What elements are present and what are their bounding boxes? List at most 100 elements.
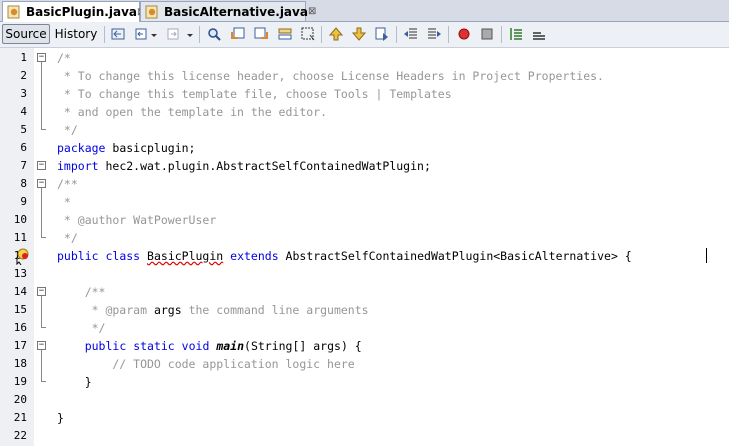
- find-icon[interactable]: [206, 26, 222, 42]
- toolbar-separator: [501, 26, 502, 43]
- fold-guide-end: [41, 237, 46, 238]
- toggle-bookmark-icon[interactable]: [374, 26, 390, 42]
- fold-guide-end: [41, 129, 46, 130]
- back-icon[interactable]: [134, 26, 150, 42]
- code-token: /**: [57, 177, 78, 191]
- code-token: }: [57, 375, 92, 389]
- line-number: 22: [13, 429, 27, 442]
- code-line: /**: [57, 175, 78, 193]
- code-token: public: [84, 339, 127, 353]
- code-line: */: [57, 229, 78, 247]
- code-token: import: [57, 159, 99, 173]
- error-bulb-icon[interactable]: [15, 247, 31, 269]
- tab-label: BasicAlternative.java: [164, 4, 308, 19]
- line-number: 11: [13, 231, 27, 244]
- shift-left-icon[interactable]: [403, 26, 419, 42]
- fold-toggle-icon[interactable]: −: [37, 287, 46, 296]
- code-token: * To change this license header, choose …: [57, 69, 604, 83]
- fold-toggle-icon[interactable]: −: [37, 179, 46, 188]
- code-token: extends: [230, 249, 279, 263]
- toggle-highlight-icon[interactable]: [277, 26, 293, 42]
- code-token: */: [57, 321, 106, 335]
- code-token: main: [216, 339, 245, 353]
- toolbar-separator: [199, 26, 200, 43]
- toolbar-separator: [396, 26, 397, 43]
- code-token: class: [105, 249, 141, 263]
- line-number: 14: [13, 285, 27, 298]
- code-token: }: [57, 411, 64, 425]
- line-number: 16: [13, 321, 27, 334]
- start-macro-icon[interactable]: [456, 26, 472, 42]
- fold-guide-end: [41, 381, 46, 382]
- forward-icon[interactable]: [166, 26, 182, 42]
- editor-tab-bar: BasicPlugin.java ⊠ BasicAlternative.java…: [0, 0, 729, 22]
- shift-right-icon[interactable]: [426, 26, 442, 42]
- uncomment-icon[interactable]: [531, 26, 547, 42]
- code-token: /**: [57, 285, 106, 299]
- code-token: BasicPlugin: [147, 249, 224, 263]
- code-token: void: [181, 339, 210, 353]
- code-line: * @param args the command line arguments: [57, 301, 369, 319]
- tab-basicplugin[interactable]: BasicPlugin.java ⊠: [2, 1, 145, 22]
- line-number: 10: [13, 213, 27, 226]
- line-number: 6: [20, 141, 27, 154]
- line-number: 15: [13, 303, 27, 316]
- code-line: }: [57, 409, 64, 427]
- code-token: args: [153, 303, 182, 317]
- java-file-icon: [7, 5, 21, 19]
- fold-toggle-icon[interactable]: −: [37, 341, 46, 350]
- fold-toggle-icon[interactable]: −: [37, 53, 46, 62]
- close-tab-icon[interactable]: ⊠: [308, 6, 316, 17]
- line-number: 8: [20, 177, 27, 190]
- last-edit-icon[interactable]: [110, 26, 126, 42]
- editor-toolbar: Source History: [0, 22, 729, 48]
- fold-guide-end: [41, 327, 46, 328]
- chevron-down-icon[interactable]: [150, 26, 158, 42]
- previous-bookmark-icon[interactable]: [328, 26, 344, 42]
- code-token: */: [57, 123, 78, 137]
- code-token: * and open the template in the editor.: [57, 105, 328, 119]
- fold-toggle-icon[interactable]: −: [37, 161, 46, 170]
- code-token: static: [133, 339, 175, 353]
- code-token: */: [57, 231, 78, 245]
- line-number: 5: [20, 123, 27, 136]
- find-next-icon[interactable]: [253, 26, 269, 42]
- line-number: 4: [20, 105, 27, 118]
- code-token: AbstractSelfContainedWatPlugin<BasicAlte…: [278, 249, 632, 263]
- code-line: * @author WatPowerUser: [57, 211, 216, 229]
- chevron-down-icon[interactable]: [186, 26, 194, 42]
- code-token: * To change this template file, choose T…: [57, 87, 452, 101]
- code-line: }: [57, 373, 92, 391]
- code-token: hec2.wat.plugin.AbstractSelfContainedWat…: [98, 159, 431, 173]
- fold-guide-line: [41, 296, 42, 328]
- line-number: 17: [13, 339, 27, 352]
- java-file-icon: [145, 5, 159, 19]
- code-line: * To change this template file, choose T…: [57, 85, 452, 103]
- code-line: * and open the template in the editor.: [57, 103, 327, 121]
- code-editor-area[interactable]: /* * To change this license header, choo…: [48, 48, 729, 446]
- next-bookmark-icon[interactable]: [351, 26, 367, 42]
- line-number: 2: [20, 69, 27, 82]
- stop-macro-icon[interactable]: [479, 26, 495, 42]
- toggle-rectangular-selection-icon[interactable]: [300, 26, 316, 42]
- line-number: 19: [13, 375, 27, 388]
- code-line: */: [57, 319, 106, 337]
- code-token: // TODO code application logic here: [57, 357, 355, 371]
- fold-guide-line: [41, 350, 42, 382]
- find-previous-icon[interactable]: [230, 26, 246, 42]
- code-line: * To change this license header, choose …: [57, 67, 604, 85]
- source-button[interactable]: Source: [2, 24, 50, 44]
- code-token: * @author WatPowerUser: [57, 213, 217, 227]
- tab-basicalternative[interactable]: BasicAlternative.java ⊠: [140, 1, 316, 21]
- comment-icon[interactable]: [508, 26, 524, 42]
- history-button[interactable]: History: [53, 24, 99, 44]
- code-line: package basicplugin;: [57, 139, 195, 157]
- code-token: package: [57, 141, 106, 155]
- tab-label: BasicPlugin.java: [26, 5, 137, 19]
- toolbar-separator: [104, 26, 105, 43]
- line-number: 20: [13, 393, 27, 406]
- line-number: 3: [20, 87, 27, 100]
